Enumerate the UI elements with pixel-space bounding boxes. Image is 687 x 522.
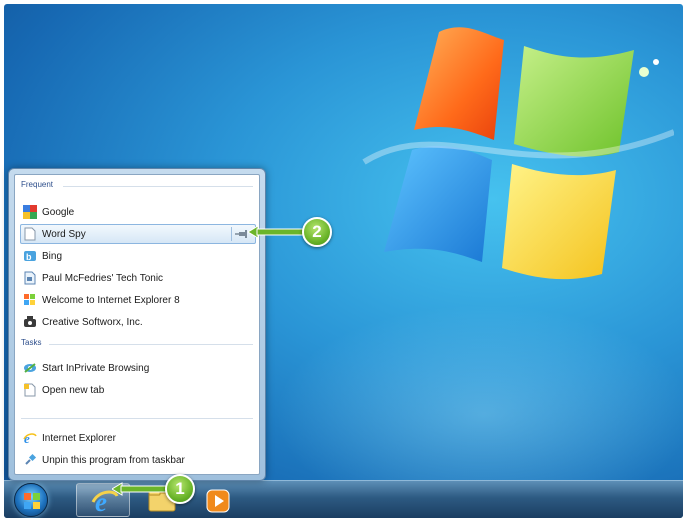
media-player-icon — [206, 489, 230, 513]
windows-flag-icon — [23, 293, 37, 307]
jump-item-tech-tonic[interactable]: Paul McFedries' Tech Tonic — [20, 268, 256, 288]
ie-icon: e — [23, 431, 37, 445]
jump-item-label: Open new tab — [42, 384, 105, 396]
jump-item-creative-softworx[interactable]: Creative Softworx, Inc. — [20, 312, 256, 332]
jump-item-label: Bing — [42, 250, 63, 262]
jump-item-unpin[interactable]: Unpin this program from taskbar — [20, 450, 256, 470]
jump-item-welcome-ie8[interactable]: Welcome to Internet Explorer 8 — [20, 290, 256, 310]
frequent-header: Frequent — [21, 180, 54, 189]
divider — [49, 344, 253, 345]
jump-item-label: Creative Softworx, Inc. — [42, 316, 143, 328]
jump-item-internet-explorer[interactable]: e Internet Explorer — [20, 428, 256, 448]
windows-logo-wallpaper — [362, 27, 674, 280]
jump-item-label: Word Spy — [42, 228, 86, 240]
callout-2: 2 — [302, 217, 332, 247]
jump-item-label: Start InPrivate Browsing — [42, 362, 150, 374]
jump-item-label: Paul McFedries' Tech Tonic — [42, 272, 164, 284]
jump-item-open-new-tab[interactable]: Open new tab — [20, 380, 256, 400]
inprivate-icon — [23, 361, 37, 375]
jump-item-label: Welcome to Internet Explorer 8 — [42, 294, 180, 306]
taskbar: e — [4, 480, 683, 518]
creative-softworx-icon — [23, 315, 37, 329]
jump-item-label: Internet Explorer — [42, 432, 116, 444]
callout-2-pointer — [248, 225, 308, 239]
jump-item-bing[interactable]: b Bing — [20, 246, 256, 266]
google-icon — [23, 205, 37, 219]
page-icon — [23, 271, 37, 285]
divider — [21, 418, 253, 419]
ie-jump-list: Frequent Google Word Spy b Bing Paul McF… — [8, 168, 266, 481]
bing-icon: b — [23, 249, 37, 263]
callout-1-pointer — [112, 482, 172, 496]
jump-item-label: Google — [42, 206, 75, 218]
unpin-icon — [23, 453, 37, 467]
jump-item-google[interactable]: Google — [20, 202, 256, 222]
start-button[interactable] — [14, 483, 48, 517]
divider — [63, 186, 253, 187]
windows-flag-icon — [24, 493, 40, 509]
jump-item-inprivate[interactable]: Start InPrivate Browsing — [20, 358, 256, 378]
tasks-header: Tasks — [21, 338, 42, 347]
new-tab-icon — [23, 383, 37, 397]
jump-list-body: Frequent Google Word Spy b Bing Paul McF… — [14, 174, 260, 475]
pushpin-icon — [234, 230, 247, 238]
jump-item-word-spy[interactable]: Word Spy — [20, 224, 256, 244]
taskbar-media-player-button[interactable] — [204, 483, 234, 517]
svg-text:b: b — [26, 252, 32, 262]
page-icon — [23, 227, 37, 241]
jump-item-label: Unpin this program from taskbar — [42, 454, 185, 466]
callout-1: 1 — [165, 474, 195, 504]
